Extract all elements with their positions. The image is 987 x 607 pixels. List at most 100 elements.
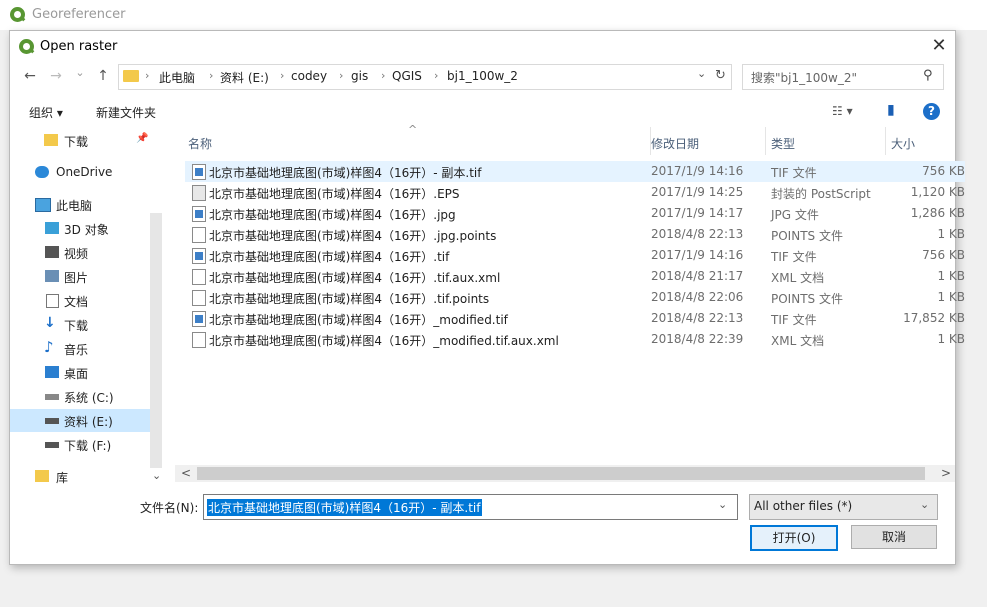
column-header-date[interactable]: 修改日期 <box>651 135 699 152</box>
sidebar-item-this-pc[interactable]: 此电脑 <box>10 193 150 216</box>
address-bar[interactable]: › 此电脑 › 资料 (E:) › codey › gis › QGIS › b… <box>118 64 732 90</box>
sidebar-item-label: 图片 <box>64 271 89 285</box>
scroll-left-icon[interactable]: < <box>181 466 191 480</box>
breadcrumb-qgis[interactable]: QGIS <box>392 69 422 83</box>
breadcrumb-gis[interactable]: gis <box>351 69 368 83</box>
pin-icon[interactable]: 📌 <box>136 133 148 144</box>
sort-ascending-icon: ^ <box>408 123 418 136</box>
sidebar-item-libraries[interactable]: 库 ⌄ <box>10 465 161 488</box>
file-size: 756 KB <box>922 164 965 178</box>
file-date: 2018/4/8 22:13 <box>651 227 744 241</box>
sidebar-item-pictures[interactable]: 图片 <box>10 265 150 288</box>
library-folder-icon <box>35 470 49 482</box>
column-header-size[interactable]: 大小 <box>891 135 915 152</box>
sidebar-item-label: 桌面 <box>64 367 89 381</box>
drive-icon <box>45 394 59 400</box>
file-type: JPG 文件 <box>771 208 819 222</box>
file-row[interactable]: 北京市基础地理底图(市域)样图4（16开）_modified.tif.aux.x… <box>185 329 965 350</box>
file-date: 2017/1/9 14:16 <box>651 248 744 262</box>
sidebar-item-videos[interactable]: 视频 <box>10 241 150 264</box>
expand-chevron-icon[interactable]: ⌄ <box>152 469 161 482</box>
file-name: 北京市基础地理底图(市域)样图4（16开）.tif.aux.xml <box>209 271 501 285</box>
file-row[interactable]: 北京市基础地理底图(市域)样图4（16开）.tif.aux.xml 2018/4… <box>185 266 965 287</box>
breadcrumb-bj1-100w-2[interactable]: bj1_100w_2 <box>447 69 518 83</box>
file-date: 2018/4/8 22:39 <box>651 332 744 346</box>
sidebar-item-3d-objects[interactable]: 3D 对象 <box>10 217 150 240</box>
sidebar-item-documents[interactable]: 文档 <box>10 289 150 312</box>
file-type: XML 文档 <box>771 334 825 348</box>
file-row[interactable]: 北京市基础地理底图(市域)样图4（16开）.tif.points 2018/4/… <box>185 287 965 308</box>
sidebar-item-desktop[interactable]: 桌面 <box>10 361 150 384</box>
help-icon[interactable]: ? <box>923 103 940 120</box>
breadcrumb-drive-e[interactable]: 资料 (E:) <box>220 69 269 86</box>
open-raster-dialog: Open raster ✕ ← → ⌄ ↑ › 此电脑 › 资料 (E:) › … <box>9 30 965 565</box>
file-size: 17,852 KB <box>903 311 965 325</box>
column-header-name[interactable]: 名称 <box>188 135 212 152</box>
search-icon[interactable]: ⚲ <box>923 68 933 83</box>
sidebar-item-data-e[interactable]: 资料 (E:) <box>10 409 150 432</box>
back-arrow-icon[interactable]: ← <box>20 66 40 86</box>
file-type-filter-select[interactable]: All other files (*) ⌄ <box>749 494 938 520</box>
up-arrow-icon[interactable]: ↑ <box>93 66 113 86</box>
sidebar-item-downloads-quick[interactable]: 下载 📌 <box>10 129 150 152</box>
sidebar-item-label: 3D 对象 <box>64 223 109 237</box>
column-header-type[interactable]: 类型 <box>771 135 795 152</box>
breadcrumb-codey[interactable]: codey <box>291 69 327 83</box>
scroll-right-icon[interactable]: > <box>941 466 951 480</box>
document-icon <box>46 294 59 308</box>
file-date: 2018/4/8 22:06 <box>651 290 744 304</box>
file-row[interactable]: 北京市基础地理底图(市域)样图4（16开）.jpg.points 2018/4/… <box>185 224 965 245</box>
sidebar-scrollbar[interactable] <box>150 213 162 468</box>
file-row[interactable]: 北京市基础地理底图(市域)样图4（16开）.tif 2017/1/9 14:16… <box>185 245 965 266</box>
refresh-icon[interactable]: ↻ <box>715 68 726 83</box>
new-folder-button[interactable]: 新建文件夹 <box>96 104 156 121</box>
file-name: 北京市基础地理底图(市域)样图4（16开）_modified.tif.aux.x… <box>209 334 559 348</box>
sidebar-item-label: 下载 <box>64 135 89 149</box>
blank-file-icon <box>192 269 206 285</box>
search-box[interactable]: 搜索"bj1_100w_2" ⚲ <box>742 64 944 90</box>
column-divider[interactable] <box>765 127 766 155</box>
chevron-down-icon[interactable]: ⌄ <box>920 498 929 511</box>
close-icon[interactable]: ✕ <box>926 35 952 57</box>
download-arrow-icon: ↓ <box>44 315 56 331</box>
file-row[interactable]: 北京市基础地理底图(市域)样图4（16开）.EPS 2017/1/9 14:25… <box>185 182 965 203</box>
forward-arrow-icon[interactable]: → <box>46 66 66 86</box>
onedrive-cloud-icon <box>35 166 49 178</box>
file-row[interactable]: 北京市基础地理底图(市域)样图4（16开）_modified.tif 2018/… <box>185 308 965 329</box>
sidebar-item-label: 下载 (F:) <box>64 439 112 453</box>
file-row[interactable]: 北京市基础地理底图(市域)样图4（16开）.jpg 2017/1/9 14:17… <box>185 203 965 224</box>
filename-input[interactable]: 北京市基础地理底图(市域)样图4（16开）- 副本.tif ⌄ <box>203 494 738 520</box>
view-options-icon[interactable]: ☷ ▾ <box>832 104 853 118</box>
preview-pane-icon[interactable]: ▮ <box>887 102 895 118</box>
sidebar-item-downloads[interactable]: ↓ 下载 <box>10 313 150 336</box>
file-list-header: ^ 名称 修改日期 类型 大小 <box>175 123 955 155</box>
file-size: 1,120 KB <box>910 185 965 199</box>
cancel-button[interactable]: 取消 <box>851 525 937 549</box>
recent-locations-chevron-icon[interactable]: ⌄ <box>70 63 90 83</box>
sidebar-item-onedrive[interactable]: OneDrive <box>10 161 150 184</box>
toolbar: 组织 ▾ 新建文件夹 ☷ ▾ ▮ ? <box>10 97 955 127</box>
picture-icon <box>45 270 59 282</box>
background-window-title: Georeferencer <box>32 7 126 22</box>
sidebar-item-music[interactable]: ♪ 音乐 <box>10 337 150 360</box>
file-row[interactable]: 北京市基础地理底图(市域)样图4（16开）- 副本.tif 2017/1/9 1… <box>185 161 965 182</box>
sidebar-item-downloads-f[interactable]: 下载 (F:) <box>10 433 150 456</box>
sidebar-item-system-c[interactable]: 系统 (C:) <box>10 385 150 408</box>
filename-history-dropdown-icon[interactable]: ⌄ <box>718 498 727 511</box>
open-button[interactable]: 打开(O) <box>750 525 838 551</box>
file-date: 2017/1/9 14:25 <box>651 185 744 199</box>
organize-menu-button[interactable]: 组织 ▾ <box>29 104 63 121</box>
breadcrumb-this-pc[interactable]: 此电脑 <box>159 69 195 86</box>
column-divider[interactable] <box>885 127 886 155</box>
sidebar-item-label: OneDrive <box>56 165 113 179</box>
dialog-title: Open raster <box>40 39 118 54</box>
scrollbar-thumb[interactable] <box>197 467 925 480</box>
sidebar-item-label: 文档 <box>64 295 89 309</box>
search-placeholder: 搜索"bj1_100w_2" <box>751 71 857 85</box>
file-date: 2018/4/8 21:17 <box>651 269 744 283</box>
dialog-titlebar: Open raster ✕ <box>10 31 955 61</box>
address-history-dropdown-icon[interactable]: ⌄ <box>697 67 706 80</box>
file-list-horizontal-scrollbar[interactable]: < > <box>175 465 955 482</box>
background-window-titlebar: Georeferencer <box>0 0 987 30</box>
3d-cube-icon <box>45 222 59 234</box>
